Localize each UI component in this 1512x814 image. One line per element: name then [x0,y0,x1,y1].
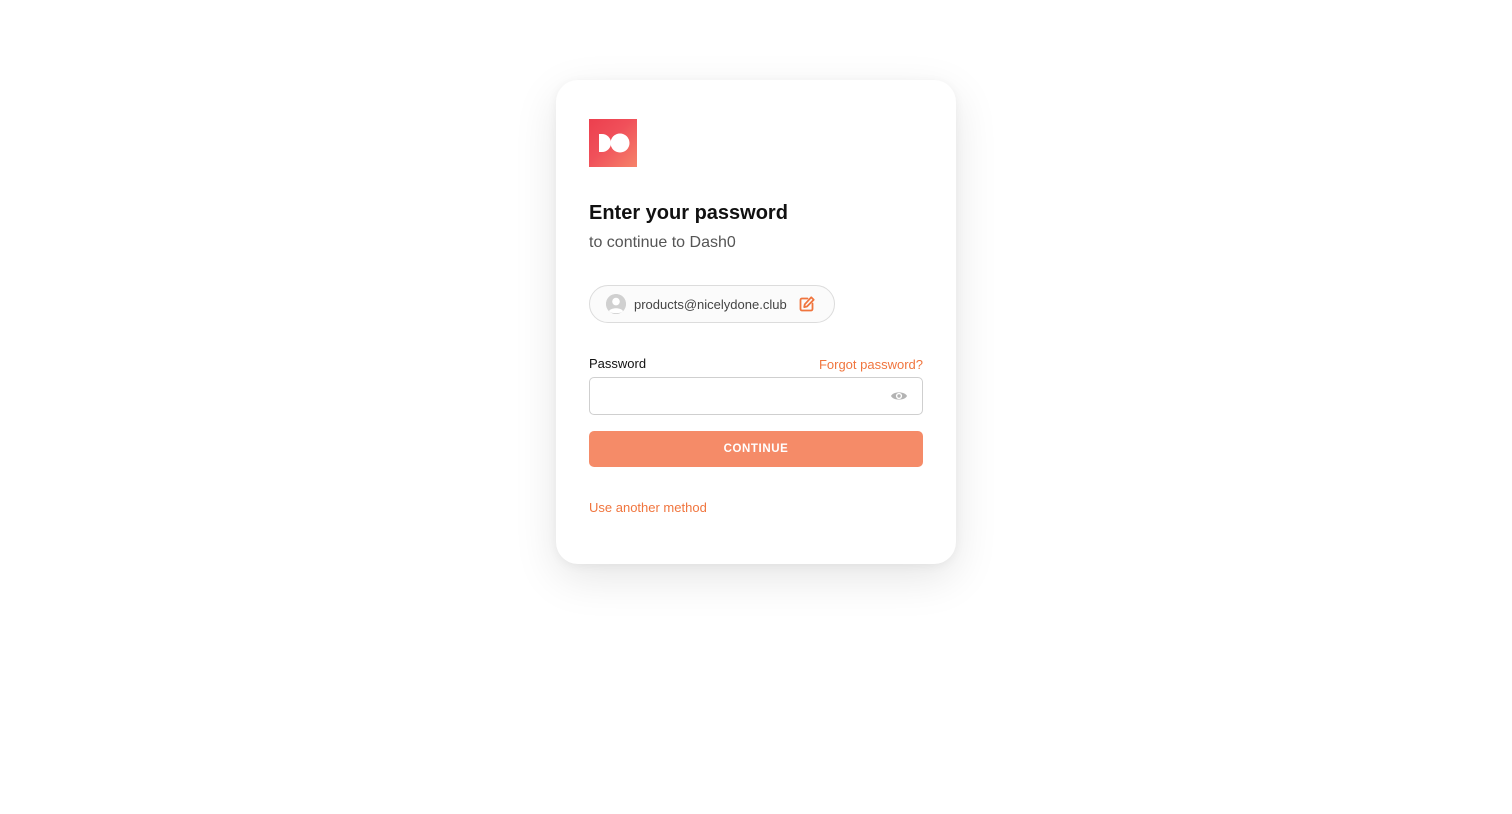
forgot-password-link[interactable]: Forgot password? [819,357,923,372]
password-label: Password [589,356,647,371]
use-another-method-link[interactable]: Use another method [589,500,707,515]
password-input[interactable] [590,378,880,414]
identity-chip: products@nicelydone.club [589,285,835,323]
page-subtitle: to continue to Dash0 [589,234,736,251]
eye-icon[interactable] [890,389,908,403]
identity-email: products@nicelydone.club [634,297,787,312]
user-avatar-icon [606,294,626,314]
edit-icon[interactable] [798,295,816,313]
sign-in-card: Enter your password to continue to Dash0… [556,80,956,564]
page-title: Enter your password [589,202,788,224]
continue-button[interactable]: CONTINUE [589,431,923,467]
password-field [589,377,923,415]
dash0-logo-icon [589,119,637,167]
